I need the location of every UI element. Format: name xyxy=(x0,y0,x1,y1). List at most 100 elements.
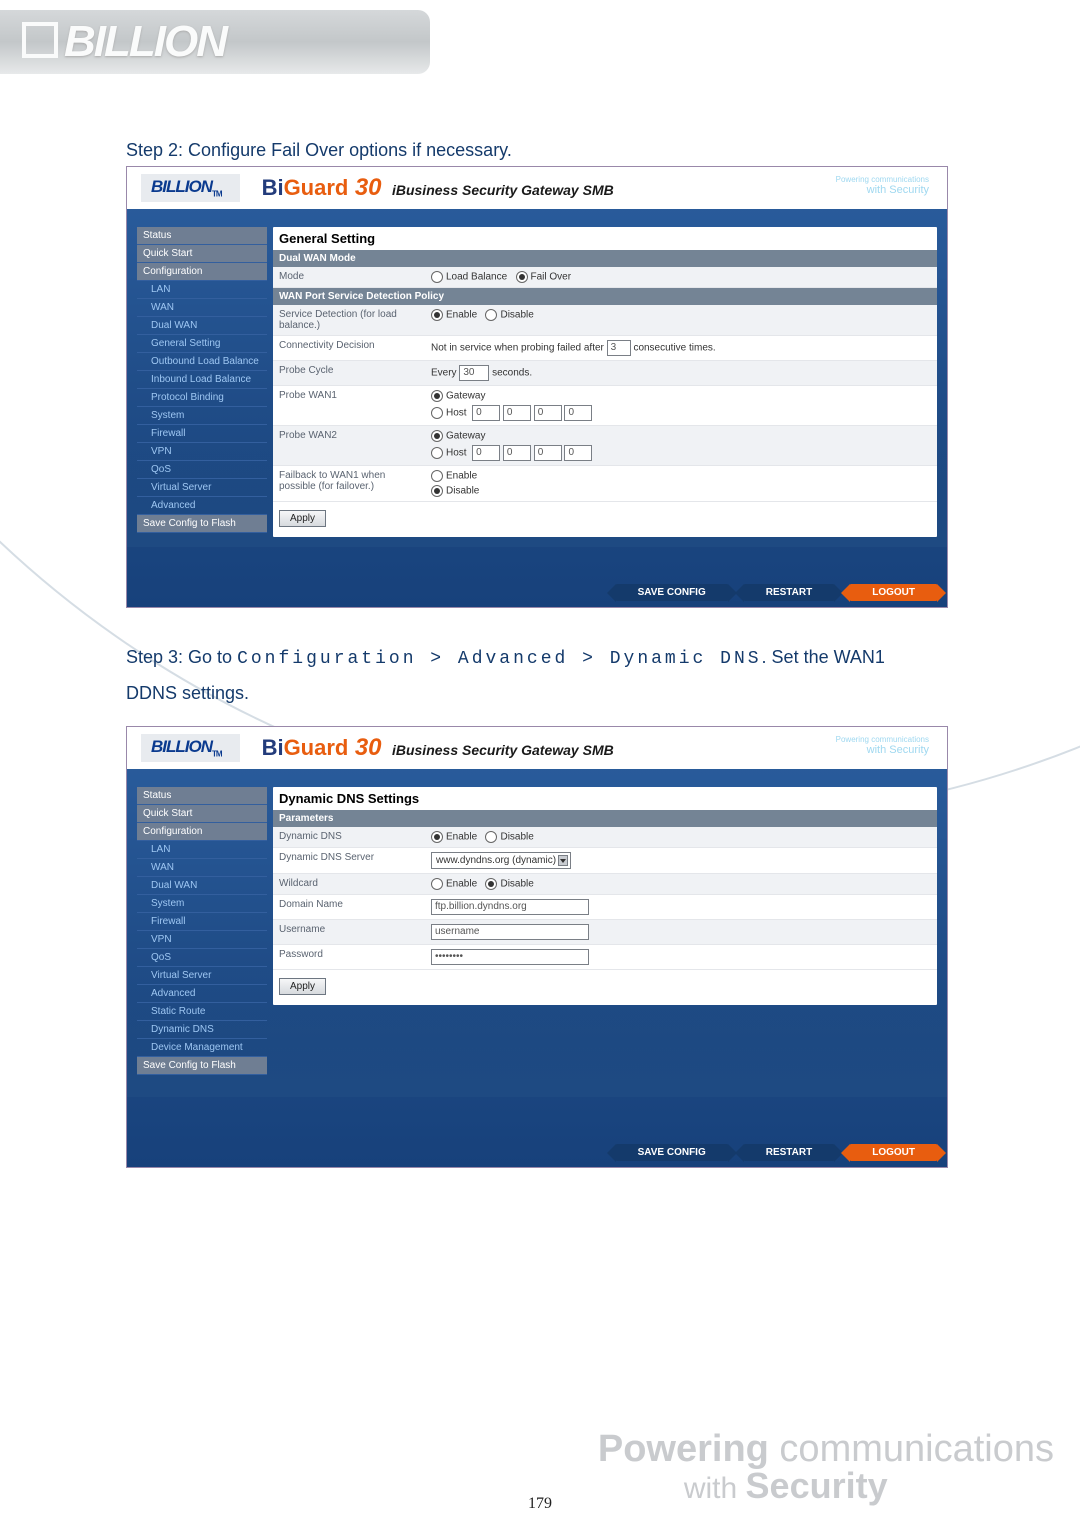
header-slogan: Powering communicationswith Security xyxy=(836,175,929,196)
sidebar-item-configuration[interactable]: Configuration xyxy=(137,263,267,281)
consecutive-times-input[interactable]: 3 xyxy=(607,340,631,356)
wan2-host-octet-1[interactable]: 0 xyxy=(472,445,500,461)
wan1-host-octet-2[interactable]: 0 xyxy=(503,405,531,421)
router-screenshot-1: BILLIONTM BiGuard 30 iBusiness Security … xyxy=(126,166,948,608)
restart-button[interactable]: RESTART xyxy=(744,584,834,601)
sidebar-item-quick-start[interactable]: Quick Start xyxy=(137,245,267,263)
panel-title: Dynamic DNS Settings xyxy=(273,787,937,810)
sidebar-item-qos[interactable]: QoS xyxy=(137,461,267,479)
header-slogan: Powering communicationswith Security xyxy=(836,735,929,756)
save-config-button[interactable]: SAVE CONFIG xyxy=(616,1144,728,1161)
step-2-heading: Step 2: Configure Fail Over options if n… xyxy=(126,140,512,161)
sidebar-item-vpn[interactable]: VPN xyxy=(137,443,267,461)
router-header: BILLIONTM BiGuard 30 iBusiness Security … xyxy=(127,167,947,209)
radio-failback-disable[interactable] xyxy=(431,485,443,497)
ddns-server-label: Dynamic DNS Server xyxy=(273,848,425,874)
sidebar-item-advanced[interactable]: Advanced xyxy=(137,497,267,515)
ddns-server-select[interactable]: www.dyndns.org (dynamic) xyxy=(431,852,571,869)
sidebar-nav: Status Quick Start Configuration LAN WAN… xyxy=(137,787,267,1075)
probe-cycle-label: Probe Cycle xyxy=(273,361,425,386)
sidebar-item-general-setting[interactable]: General Setting xyxy=(137,335,267,353)
username-input[interactable]: username xyxy=(431,924,589,940)
sidebar-item-save-config[interactable]: Save Config to Flash xyxy=(137,1057,267,1075)
brand-logo: BILLIONTM xyxy=(141,174,240,201)
page-slogan: Powering communications with Security xyxy=(598,1428,1054,1507)
mode-label: Mode xyxy=(273,267,425,288)
sidebar-item-firewall[interactable]: Firewall xyxy=(137,425,267,443)
sidebar-item-device-management[interactable]: Device Management xyxy=(137,1039,267,1057)
section-parameters: Parameters xyxy=(273,810,937,827)
logout-button[interactable]: LOGOUT xyxy=(850,584,937,601)
wan1-host-octet-4[interactable]: 0 xyxy=(564,405,592,421)
apply-button[interactable]: Apply xyxy=(279,510,326,527)
domain-name-label: Domain Name xyxy=(273,895,425,920)
sidebar-item-wan[interactable]: WAN xyxy=(137,299,267,317)
probe-wan2-label: Probe WAN2 xyxy=(273,426,425,466)
sidebar-item-dynamic-dns[interactable]: Dynamic DNS xyxy=(137,1021,267,1039)
sidebar-item-dual-wan[interactable]: Dual WAN xyxy=(137,317,267,335)
sidebar-item-static-route[interactable]: Static Route xyxy=(137,1003,267,1021)
sidebar-item-system[interactable]: System xyxy=(137,407,267,425)
product-title: BiGuard 30 iBusiness Security Gateway SM… xyxy=(262,174,614,202)
sidebar-item-wan[interactable]: WAN xyxy=(137,859,267,877)
username-label: Username xyxy=(273,920,425,945)
radio-wild-disable[interactable] xyxy=(485,878,497,890)
panel-title: General Setting xyxy=(273,227,937,250)
radio-load-balance[interactable] xyxy=(431,271,443,283)
step-3-heading: Step 3: Go to Configuration > Advanced >… xyxy=(126,640,926,710)
radio-svc-enable[interactable] xyxy=(431,309,443,321)
sidebar-item-virtual-server[interactable]: Virtual Server xyxy=(137,479,267,497)
radio-fail-over[interactable] xyxy=(516,271,528,283)
wan2-host-octet-3[interactable]: 0 xyxy=(534,445,562,461)
failback-label: Failback to WAN1 when possible (for fail… xyxy=(273,466,425,502)
wildcard-label: Wildcard xyxy=(273,874,425,895)
section-dual-wan-mode: Dual WAN Mode xyxy=(273,250,937,267)
footer-buttons: SAVE CONFIG RESTART LOGOUT xyxy=(616,1144,937,1161)
logout-button[interactable]: LOGOUT xyxy=(850,1144,937,1161)
save-config-button[interactable]: SAVE CONFIG xyxy=(616,584,728,601)
radio-wan1-host[interactable] xyxy=(431,407,443,419)
sidebar-item-lan[interactable]: LAN xyxy=(137,281,267,299)
sidebar-item-qos[interactable]: QoS xyxy=(137,949,267,967)
sidebar-item-dual-wan[interactable]: Dual WAN xyxy=(137,877,267,895)
domain-name-input[interactable]: ftp.billion.dyndns.org xyxy=(431,899,589,915)
sidebar-item-save-config[interactable]: Save Config to Flash xyxy=(137,515,267,533)
sidebar-item-virtual-server[interactable]: Virtual Server xyxy=(137,967,267,985)
wan1-host-octet-3[interactable]: 0 xyxy=(534,405,562,421)
sidebar-item-configuration[interactable]: Configuration xyxy=(137,823,267,841)
product-title: BiGuard 30 iBusiness Security Gateway SM… xyxy=(262,734,614,762)
restart-button[interactable]: RESTART xyxy=(744,1144,834,1161)
sidebar-item-inbound-load-balance[interactable]: Inbound Load Balance xyxy=(137,371,267,389)
footer-buttons: SAVE CONFIG RESTART LOGOUT xyxy=(616,584,937,601)
wan1-host-octet-1[interactable]: 0 xyxy=(472,405,500,421)
radio-ddns-disable[interactable] xyxy=(485,831,497,843)
wan2-host-octet-4[interactable]: 0 xyxy=(564,445,592,461)
section-wan-port-detection: WAN Port Service Detection Policy xyxy=(273,288,937,305)
radio-ddns-enable[interactable] xyxy=(431,831,443,843)
dynamic-dns-panel: Dynamic DNS Settings Parameters Dynamic … xyxy=(273,787,937,1005)
general-setting-panel: General Setting Dual WAN Mode Mode Load … xyxy=(273,227,937,537)
radio-wan1-gateway[interactable] xyxy=(431,390,443,402)
sidebar-item-status[interactable]: Status xyxy=(137,787,267,805)
radio-wild-enable[interactable] xyxy=(431,878,443,890)
radio-failback-enable[interactable] xyxy=(431,470,443,482)
connectivity-decision-label: Connectivity Decision xyxy=(273,336,425,361)
sidebar-item-quick-start[interactable]: Quick Start xyxy=(137,805,267,823)
radio-svc-disable[interactable] xyxy=(485,309,497,321)
probe-cycle-input[interactable]: 30 xyxy=(459,365,489,381)
sidebar-item-protocol-binding[interactable]: Protocol Binding xyxy=(137,389,267,407)
sidebar-item-advanced[interactable]: Advanced xyxy=(137,985,267,1003)
password-input[interactable]: •••••••• xyxy=(431,949,589,965)
sidebar-item-vpn[interactable]: VPN xyxy=(137,931,267,949)
wan2-host-octet-2[interactable]: 0 xyxy=(503,445,531,461)
sidebar-item-status[interactable]: Status xyxy=(137,227,267,245)
sidebar-item-firewall[interactable]: Firewall xyxy=(137,913,267,931)
apply-button[interactable]: Apply xyxy=(279,978,326,995)
sidebar-item-system[interactable]: System xyxy=(137,895,267,913)
radio-wan2-host[interactable] xyxy=(431,447,443,459)
router-header: BILLIONTM BiGuard 30 iBusiness Security … xyxy=(127,727,947,769)
sidebar-item-outbound-load-balance[interactable]: Outbound Load Balance xyxy=(137,353,267,371)
radio-wan2-gateway[interactable] xyxy=(431,430,443,442)
router-screenshot-2: BILLIONTM BiGuard 30 iBusiness Security … xyxy=(126,726,948,1168)
sidebar-item-lan[interactable]: LAN xyxy=(137,841,267,859)
